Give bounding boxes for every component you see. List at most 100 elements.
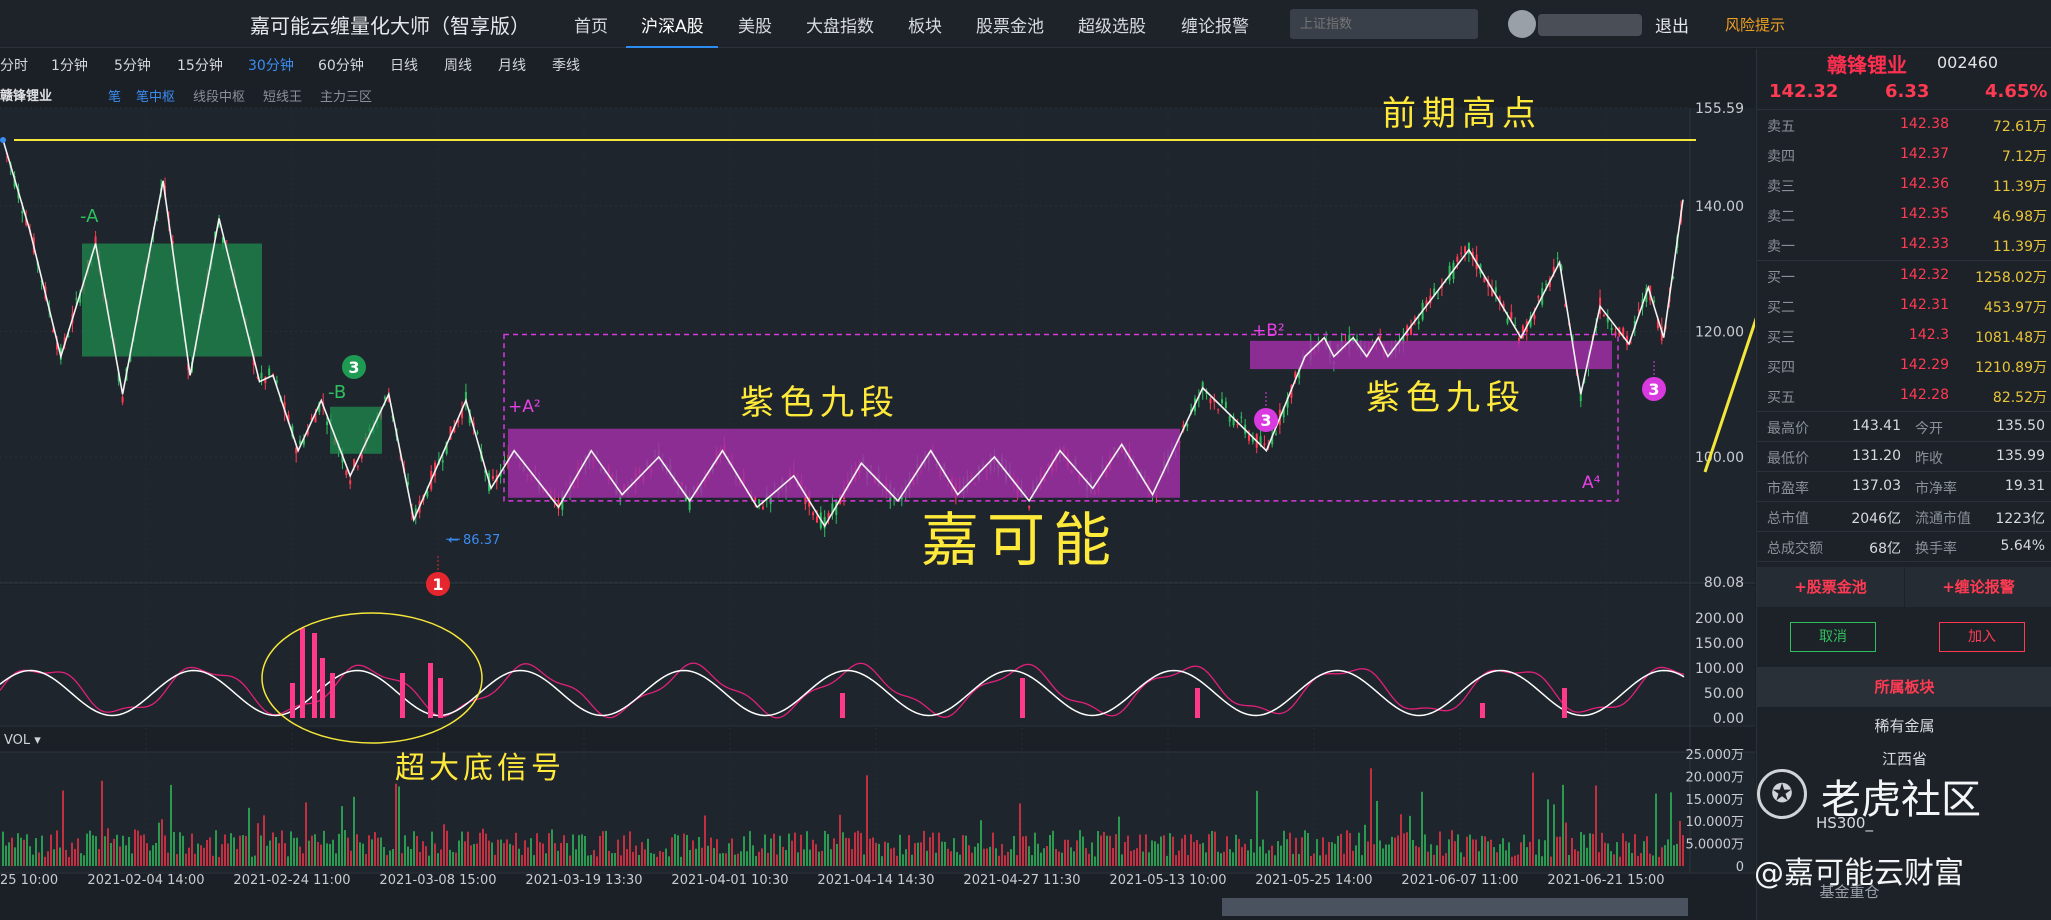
volume-bar (194, 853, 196, 866)
volume-bar (824, 830, 826, 866)
candle-body (1610, 327, 1613, 331)
volume-bar (212, 855, 214, 866)
volume-bar (158, 822, 160, 866)
volume-bar (425, 846, 427, 866)
stat-label: 今开 (1915, 421, 1943, 437)
volume-bar (1559, 836, 1561, 866)
volume-bar (164, 835, 166, 866)
volume-bar (1046, 846, 1048, 866)
volume-bar (743, 836, 745, 866)
kline-chart[interactable]: 155.59140.00120.00100.0080.08前期高点-A-B+A²… (0, 0, 1755, 920)
volume-bar (419, 852, 421, 866)
signal-spike (300, 628, 305, 718)
bid-row: 买三 142.3 1081.48万 (1757, 321, 2051, 351)
price-change-pct: 4.65% (1985, 81, 2048, 102)
volume-bar (1091, 842, 1093, 866)
volume-bar (698, 837, 700, 866)
volume-bar (911, 854, 913, 866)
volume-bar (455, 852, 457, 866)
bid-row-vol: 1258.02万 (1975, 270, 2047, 286)
sector-header: 所属板块 (1757, 667, 2051, 707)
volume-bar (1061, 852, 1063, 866)
volume-bar (953, 838, 955, 866)
volume-bar (890, 848, 892, 866)
ask-row-label: 卖五 (1767, 119, 1795, 135)
volume-bar (1592, 833, 1594, 866)
candle-body (1263, 443, 1266, 446)
volume-bar (89, 830, 91, 866)
add-button[interactable]: 加入 (1939, 622, 2025, 652)
volume-bar (992, 832, 994, 866)
candle-body (1236, 424, 1239, 426)
volume-bar (527, 847, 529, 866)
volume-bar (1070, 847, 1072, 866)
add-to-stock-pool-button[interactable]: +股票金池 (1757, 567, 1904, 607)
volume-bar (1085, 848, 1087, 866)
volume-bar (686, 835, 688, 866)
volume-bar (998, 855, 1000, 866)
volume-bar (1220, 853, 1222, 866)
candle-body (1460, 252, 1463, 254)
volume-bar (791, 840, 793, 866)
volume-bar (95, 836, 97, 866)
stat-row: 最高价 143.41 今开 135.50 (1757, 412, 2051, 442)
volume-bar (2, 831, 4, 866)
volume-bar (680, 856, 682, 866)
volume-bar (1439, 831, 1441, 866)
volume-bar (440, 849, 442, 866)
signal-spike (438, 678, 443, 718)
watermark-text: 老虎社区 (1821, 777, 1981, 823)
volume-bar (1136, 848, 1138, 866)
volume-bar (509, 843, 511, 866)
volume-bar (755, 856, 757, 866)
volume-bar (332, 839, 334, 866)
bid-row: 买一 142.32 1258.02万 (1757, 261, 2051, 291)
volume-bar (278, 843, 280, 866)
add-chan-alarm-button[interactable]: +缠论报警 (1905, 567, 2051, 607)
volume-bar (1538, 839, 1540, 866)
volume-bar (1499, 844, 1501, 866)
volume-bar (254, 855, 256, 866)
volume-bar (206, 839, 208, 866)
cancel-button[interactable]: 取消 (1790, 622, 1876, 652)
volume-bar (1490, 839, 1492, 866)
annotation-purple-nine-2: 紫色九段 (1366, 378, 1526, 418)
volume-bar (689, 849, 691, 866)
volume-bar (44, 856, 46, 866)
volume-bar (191, 833, 193, 866)
volume-bar (1172, 836, 1174, 866)
volume-bar (560, 842, 562, 866)
candle-body (1224, 401, 1227, 409)
volume-bar (209, 837, 211, 866)
volume-tick-label: 15.000万 (1686, 793, 1745, 808)
volume-bar (188, 847, 190, 866)
volume-bar (701, 847, 703, 866)
time-tick-label: 2021-04-27 11:30 (963, 873, 1080, 888)
volume-bar (155, 843, 157, 866)
volume-bar (770, 838, 772, 866)
volume-bar (203, 847, 205, 866)
stat-label: 总市值 (1767, 511, 1809, 527)
volume-bar (227, 843, 229, 866)
volume-bar (659, 851, 661, 866)
candle-body (441, 460, 444, 463)
volume-bar (1673, 845, 1675, 866)
volume-bar (854, 832, 856, 866)
volume-bar (1145, 834, 1147, 866)
sector-item[interactable]: 稀有金属 (1757, 715, 2051, 736)
volume-bar (113, 838, 115, 866)
volume-bar (1226, 836, 1228, 866)
volume-bar (1622, 833, 1624, 866)
volume-bar (230, 833, 232, 866)
bid-row-price: 142.32 (1900, 267, 1949, 283)
volume-label[interactable]: VOL ▾ (4, 733, 41, 748)
stat-value: 137.03 (1852, 478, 1901, 494)
volume-bar (1508, 842, 1510, 866)
volume-bar (1682, 834, 1684, 866)
volume-bar (470, 845, 472, 866)
bid-row-price: 142.3 (1908, 327, 1949, 343)
volume-bar (170, 784, 172, 866)
stat-value: 135.99 (1996, 448, 2045, 464)
volume-bar (1448, 839, 1450, 866)
volume-bar (623, 835, 625, 866)
